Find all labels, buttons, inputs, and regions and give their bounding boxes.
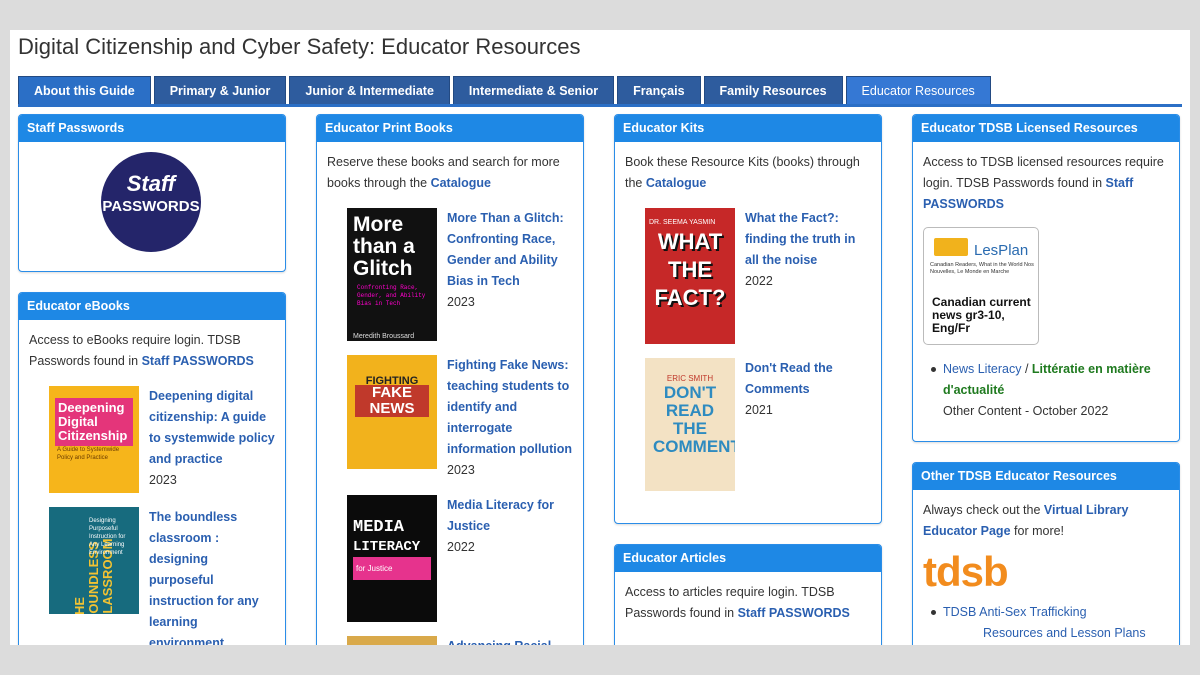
print-book-year: 2023: [447, 463, 475, 477]
staff-passwords-heading: Staff Passwords: [19, 115, 285, 142]
catalogue-link[interactable]: Catalogue: [646, 176, 706, 190]
print-book-item: FIGHTING FAKE NEWS Fighting Fake News: t…: [327, 355, 573, 481]
kit-title-link[interactable]: What the Fact?: finding the truth in all…: [745, 208, 871, 271]
book-cover[interactable]: [347, 636, 437, 645]
tdsb-logo[interactable]: tdsb: [923, 548, 1169, 596]
licensed-resources-box: Educator TDSB Licensed Resources Access …: [912, 114, 1180, 442]
book-cover[interactable]: THE BOUNDLESS CLASSROOM Designing Purpos…: [49, 507, 139, 614]
staff-passwords-link[interactable]: Staff PASSWORDS: [738, 606, 850, 620]
other-heading: Other TDSB Educator Resources: [913, 463, 1179, 490]
catalogue-link[interactable]: Catalogue: [431, 176, 491, 190]
kits-intro: Book these Resource Kits (books) through…: [625, 155, 860, 190]
anti-sex-trafficking-link[interactable]: TDSB Anti-Sex Trafficking: [943, 605, 1087, 619]
lesplan-logo[interactable]: LesPlan Canadian Readers, What in the Wo…: [923, 227, 1039, 345]
tab-about-this-guide[interactable]: About this Guide: [18, 76, 151, 104]
ebook-year: 2023: [149, 473, 177, 487]
ebooks-intro: Access to eBooks require login. TDSB Pas…: [29, 333, 254, 368]
tab-junior-intermediate[interactable]: Junior & Intermediate: [289, 76, 450, 104]
ebook-item: THE BOUNDLESS CLASSROOM Designing Purpos…: [29, 507, 275, 645]
educator-ebooks-heading: Educator eBooks: [19, 293, 285, 320]
other-intro: Always check out the Virtual Library Edu…: [923, 503, 1129, 538]
educator-print-books-box: Educator Print Books Reserve these books…: [316, 114, 584, 645]
book-cover[interactable]: Deepening Digital Citizenship A Guide to…: [49, 386, 139, 493]
articles-intro: Access to articles require login. TDSB P…: [625, 585, 850, 620]
educator-ebooks-box: Educator eBooks Access to eBooks require…: [18, 292, 286, 645]
book-cover[interactable]: More than a Glitch Confronting Race, Gen…: [347, 208, 437, 341]
news-literacy-link[interactable]: News Literacy: [943, 362, 1022, 376]
other-resources-box: Other TDSB Educator Resources Always che…: [912, 462, 1180, 645]
print-books-intro: Reserve these books and search for more …: [327, 155, 560, 190]
book-cover[interactable]: ERIC SMITH DON'T READ THE COMMENTS: [645, 358, 735, 491]
educator-kits-box: Educator Kits Book these Resource Kits (…: [614, 114, 882, 524]
print-book-title-link[interactable]: Media Literacy for Justice: [447, 495, 573, 537]
ebook-title-link[interactable]: Deepening digital citizenship: A guide t…: [149, 386, 275, 470]
page-title: Digital Citizenship and Cyber Safety: Ed…: [18, 34, 581, 59]
print-book-year: 2023: [447, 295, 475, 309]
kit-title-link[interactable]: Don't Read the Comments: [745, 358, 871, 400]
list-item: TDSB Anti-Sex Trafficking Resources and …: [931, 602, 1169, 644]
print-book-item: More than a Glitch Confronting Race, Gen…: [327, 208, 573, 341]
print-book-item: Advancing Racial: [327, 636, 573, 645]
book-cover[interactable]: FIGHTING FAKE NEWS: [347, 355, 437, 469]
book-cover[interactable]: MEDIA LITERACY for Justice: [347, 495, 437, 622]
ebook-item: Deepening Digital Citizenship A Guide to…: [29, 386, 275, 493]
tab-intermediate-senior[interactable]: Intermediate & Senior: [452, 76, 615, 104]
tab-bar: About this Guide Primary & Junior Junior…: [18, 76, 994, 104]
staff-passwords-link[interactable]: Staff PASSWORDS: [142, 354, 254, 368]
kit-year: 2022: [745, 274, 773, 288]
tab-francais[interactable]: Français: [617, 76, 701, 104]
kit-item: ERIC SMITH DON'T READ THE COMMENTS Don't…: [625, 358, 871, 491]
staff-passwords-logo[interactable]: Staff PASSWORDS: [101, 152, 201, 252]
tab-educator-resources[interactable]: Educator Resources: [845, 76, 991, 104]
tab-family-resources[interactable]: Family Resources: [703, 76, 843, 104]
staff-passwords-box: Staff Passwords Staff PASSWORDS: [18, 114, 286, 272]
kits-heading: Educator Kits: [615, 115, 881, 142]
book-cover[interactable]: DR. SEEMA YASMIN WHAT THE FACT?: [645, 208, 735, 344]
articles-heading: Educator Articles: [615, 545, 881, 572]
print-book-title-link[interactable]: Fighting Fake News: teaching students to…: [447, 355, 573, 460]
licensed-intro: Access to TDSB licensed resources requir…: [923, 155, 1164, 211]
print-book-title-link[interactable]: Advancing Racial: [447, 636, 551, 645]
ebook-title-link[interactable]: The boundless classroom : designing purp…: [149, 507, 275, 645]
licensed-item-note: Other Content - October 2022: [943, 404, 1109, 418]
list-item: News Literacy / Littératie en matière d'…: [931, 359, 1169, 422]
print-book-title-link[interactable]: More Than a Glitch: Confronting Race, Ge…: [447, 208, 573, 292]
tab-underline: [18, 104, 1182, 107]
tab-primary-junior[interactable]: Primary & Junior: [153, 76, 287, 104]
licensed-heading: Educator TDSB Licensed Resources: [913, 115, 1179, 142]
print-book-item: MEDIA LITERACY for Justice Media Literac…: [327, 495, 573, 622]
print-books-heading: Educator Print Books: [317, 115, 583, 142]
kit-year: 2021: [745, 403, 773, 417]
kit-item: DR. SEEMA YASMIN WHAT THE FACT? What the…: [625, 208, 871, 344]
other-list: TDSB Anti-Sex Trafficking Resources and …: [923, 602, 1169, 644]
educator-articles-box: Educator Articles Access to articles req…: [614, 544, 882, 645]
licensed-list: News Literacy / Littératie en matière d'…: [923, 359, 1169, 422]
print-book-year: 2022: [447, 540, 475, 554]
page: Digital Citizenship and Cyber Safety: Ed…: [10, 30, 1190, 645]
